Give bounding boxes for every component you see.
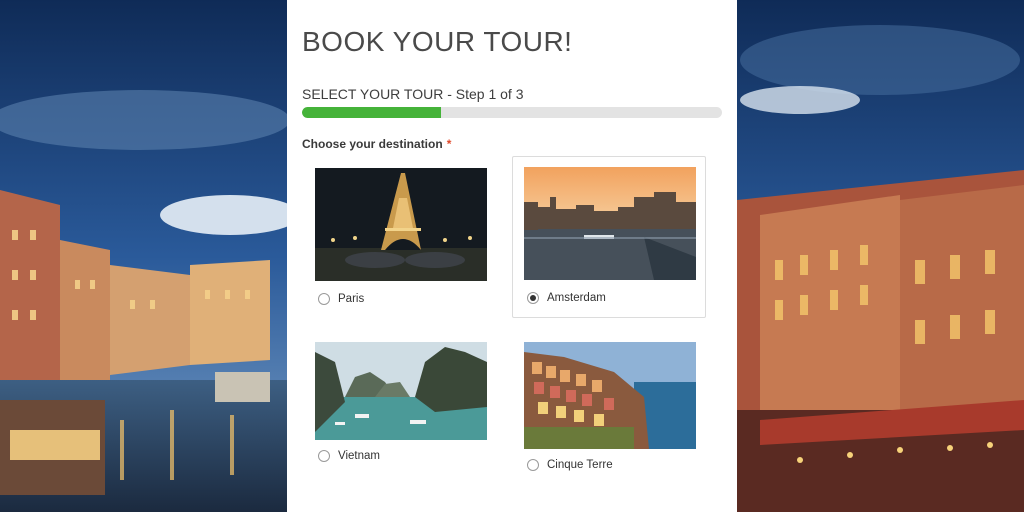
- progress-bar: [302, 107, 722, 118]
- destination-label-text: Choose your destination: [302, 137, 443, 151]
- destination-option-cinque-terre[interactable]: Cinque Terre: [512, 331, 706, 481]
- destination-field-label: Choose your destination *: [302, 137, 451, 151]
- vietnam-radio[interactable]: [318, 450, 330, 462]
- destination-option-amsterdam[interactable]: Amsterdam: [512, 156, 706, 318]
- amsterdam-radio-row[interactable]: Amsterdam: [527, 292, 606, 304]
- cinque-terre-radio-row[interactable]: Cinque Terre: [527, 459, 613, 471]
- cinque-terre-radio[interactable]: [527, 459, 539, 471]
- booking-form-card: BOOK YOUR TOUR! SELECT YOUR TOUR - Step …: [287, 0, 737, 512]
- progress-bar-fill: [302, 107, 441, 118]
- destination-option-vietnam[interactable]: Vietnam: [303, 331, 497, 491]
- form-title: BOOK YOUR TOUR!: [302, 26, 573, 57]
- amsterdam-radio[interactable]: [527, 292, 539, 304]
- cinque-terre-image: [524, 342, 696, 449]
- step-label: SELECT YOUR TOUR - Step 1 of 3: [302, 86, 524, 102]
- cinque-terre-label: Cinque Terre: [547, 459, 613, 471]
- destination-option-paris[interactable]: Paris: [303, 157, 497, 317]
- paris-label: Paris: [338, 293, 365, 305]
- amsterdam-image: [524, 167, 696, 280]
- paris-radio[interactable]: [318, 293, 330, 305]
- vietnam-label: Vietnam: [338, 450, 380, 462]
- paris-radio-row[interactable]: Paris: [318, 293, 364, 305]
- vietnam-radio-row[interactable]: Vietnam: [318, 450, 380, 462]
- amsterdam-label: Amsterdam: [547, 292, 606, 304]
- vietnam-image: [315, 342, 487, 440]
- paris-image: [315, 168, 487, 281]
- required-marker: *: [446, 137, 452, 151]
